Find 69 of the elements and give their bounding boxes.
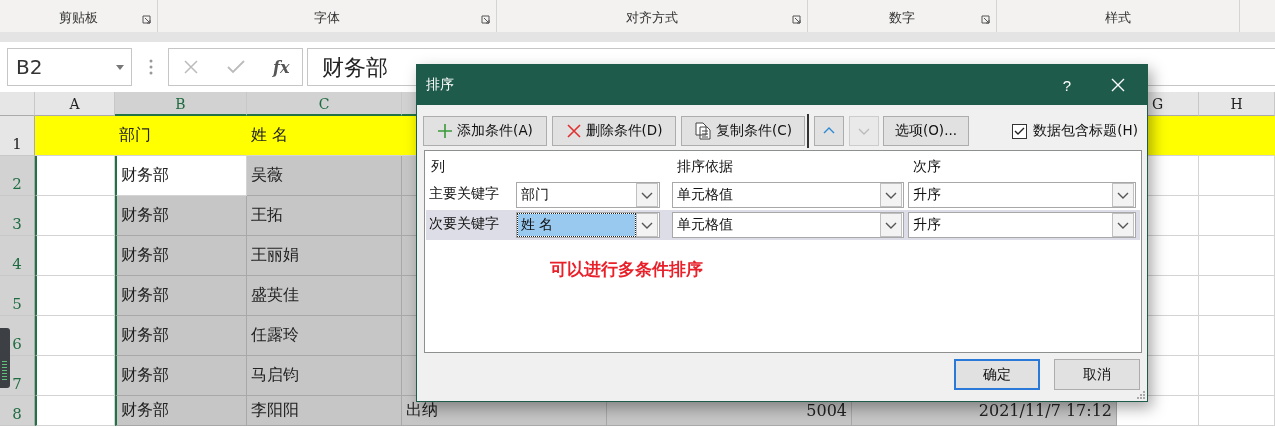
row-header[interactable]: 5 bbox=[0, 276, 35, 316]
select-all-button[interactable] bbox=[0, 92, 35, 116]
table-cell: 马启钧 bbox=[247, 356, 402, 396]
table-cell: 王拓 bbox=[247, 196, 402, 236]
column-header[interactable]: B bbox=[115, 92, 247, 116]
sort-level-row[interactable]: 次要关键字 姓 名 单元格值 升序 bbox=[426, 210, 1140, 240]
table-cell: 吴薇 bbox=[247, 156, 402, 196]
row-header[interactable]: 3 bbox=[0, 196, 35, 236]
row-header[interactable]: 4 bbox=[0, 236, 35, 276]
dialog-title: 排序 bbox=[426, 76, 454, 94]
move-up-button[interactable] bbox=[814, 116, 844, 146]
header-checkbox[interactable]: 数据包含标题(H) bbox=[1012, 122, 1138, 140]
caret-icon bbox=[116, 64, 124, 70]
column-heading: 次序 bbox=[912, 157, 942, 176]
table-cell: 财务部 bbox=[115, 196, 247, 236]
copy-icon bbox=[694, 122, 712, 140]
sort-level-row[interactable]: 主要关键字 部门 单元格值 升序 bbox=[426, 180, 1140, 210]
add-level-button[interactable]: 添加条件(A) bbox=[423, 116, 547, 146]
row-label: 主要关键字 bbox=[429, 184, 500, 203]
dropdown[interactable]: 单元格值 bbox=[672, 182, 904, 208]
cancel-button[interactable]: 取消 bbox=[1054, 359, 1140, 390]
check-icon bbox=[1014, 126, 1026, 136]
table-cell: 财务部 bbox=[115, 356, 247, 396]
grip-icon bbox=[149, 59, 153, 75]
help-button[interactable]: ? bbox=[1045, 65, 1089, 105]
delete-level-button[interactable]: 删除条件(D) bbox=[552, 116, 676, 146]
table-cell: 财务部 bbox=[115, 316, 247, 356]
column-heading: 列 bbox=[430, 157, 446, 176]
options-button[interactable]: 选项(O)... bbox=[883, 116, 969, 146]
table-cell: 李阳阳 bbox=[247, 396, 402, 426]
dropdown[interactable]: 部门 bbox=[516, 182, 660, 208]
cell-reference: B2 bbox=[16, 55, 43, 79]
group-label: 对齐方式 bbox=[626, 9, 678, 27]
table-cell: 财务部 bbox=[115, 276, 247, 316]
table-cell: 姓 名 bbox=[247, 116, 402, 156]
plus-icon bbox=[437, 123, 454, 139]
row-header[interactable]: 1 bbox=[0, 116, 35, 156]
group-label: 样式 bbox=[1105, 9, 1131, 27]
column-header[interactable]: A bbox=[35, 92, 115, 116]
checkbox[interactable] bbox=[1012, 123, 1028, 139]
cross-icon bbox=[565, 123, 582, 139]
group-label: 剪贴板 bbox=[59, 9, 98, 27]
table-cell: 财务部 bbox=[115, 396, 247, 426]
table-cell: 财务部 bbox=[115, 236, 247, 276]
annotation-text: 可以进行多条件排序 bbox=[550, 258, 703, 281]
resize-grip-icon bbox=[1136, 390, 1146, 400]
column-header[interactable]: H bbox=[1199, 92, 1275, 116]
table-cell: 盛英佳 bbox=[247, 276, 402, 316]
table-cell: 财务部 bbox=[115, 156, 247, 196]
close-icon bbox=[1111, 78, 1125, 92]
dropdown[interactable]: 单元格值 bbox=[672, 212, 904, 238]
name-box[interactable]: B2 bbox=[7, 48, 132, 86]
table-cell: 任露玲 bbox=[247, 316, 402, 356]
copy-level-button[interactable]: 复制条件(C) bbox=[681, 116, 805, 146]
column-header[interactable]: C bbox=[247, 92, 402, 116]
table-cell: 王丽娟 bbox=[247, 236, 402, 276]
dropdown[interactable]: 升序 bbox=[908, 212, 1136, 238]
insert-function-button[interactable]: fx bbox=[273, 57, 290, 77]
column-heading: 排序依据 bbox=[676, 157, 734, 176]
meter-toast bbox=[0, 328, 10, 388]
dropdown[interactable]: 姓 名 bbox=[516, 212, 660, 238]
row-header[interactable]: 2 bbox=[0, 156, 35, 196]
ok-button[interactable]: 确定 bbox=[954, 359, 1040, 390]
group-label: 数字 bbox=[889, 9, 915, 27]
table-cell: 部门 bbox=[115, 116, 247, 156]
row-label: 次要关键字 bbox=[429, 214, 500, 233]
row-header[interactable]: 8 bbox=[0, 396, 35, 426]
group-label: 字体 bbox=[314, 9, 340, 27]
dropdown[interactable]: 升序 bbox=[908, 182, 1136, 208]
